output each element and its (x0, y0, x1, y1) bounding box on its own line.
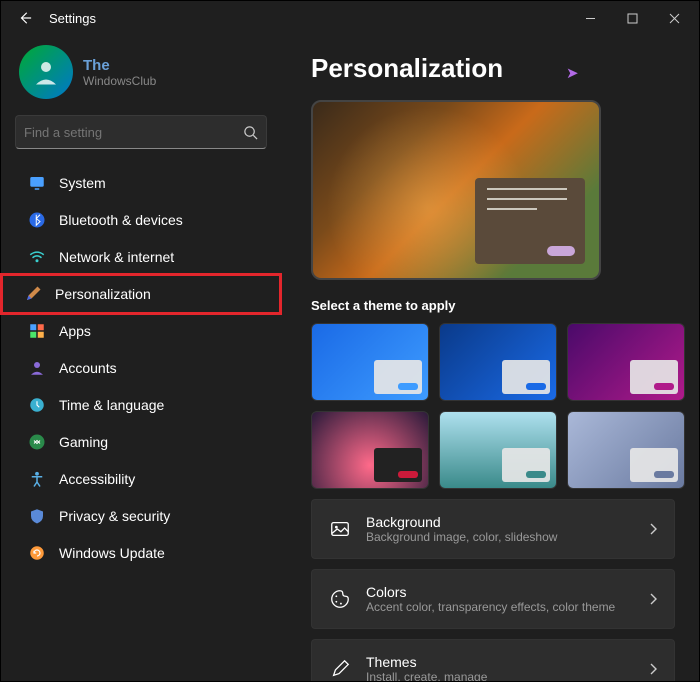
sidebar-item-privacy[interactable]: Privacy & security (7, 498, 275, 534)
nav-list: System Bluetooth & devices Network & inter… (1, 165, 281, 571)
minimize-button[interactable] (569, 3, 611, 33)
chevron-right-icon (648, 523, 658, 535)
sidebar-item-label: Accessibility (59, 471, 135, 487)
theme-thumb-5[interactable] (567, 411, 685, 489)
theme-thumb-4[interactable] (439, 411, 557, 489)
page-title: Personalization (311, 53, 675, 84)
theme-thumb-0[interactable] (311, 323, 429, 401)
wifi-icon (27, 247, 47, 267)
sidebar-item-label: Privacy & security (59, 508, 170, 524)
main-content: Personalization Select a theme to apply … (281, 35, 699, 681)
setting-row-colors[interactable]: ColorsAccent color, transparency effects… (311, 569, 675, 629)
update-icon (27, 543, 47, 563)
theme-thumb-2[interactable] (567, 323, 685, 401)
search-box[interactable] (15, 115, 267, 149)
sidebar-item-label: Time & language (59, 397, 164, 413)
sidebar-item-label: Windows Update (59, 545, 165, 561)
back-button[interactable] (13, 6, 37, 30)
user-name: The (83, 57, 156, 74)
sidebar: The WindowsClub System Bluetooth & device… (1, 35, 281, 681)
row-title: Background (366, 514, 557, 530)
brush2-icon (328, 657, 352, 681)
theme-thumb-3[interactable] (311, 411, 429, 489)
sidebar-item-accessibility[interactable]: Accessibility (7, 461, 275, 497)
image-icon (328, 517, 352, 541)
apps-icon (27, 321, 47, 341)
theme-thumb-1[interactable] (439, 323, 557, 401)
privacy-icon (27, 506, 47, 526)
search-input[interactable] (24, 125, 243, 140)
palette-icon (328, 587, 352, 611)
sidebar-item-wifi[interactable]: Network & internet (7, 239, 275, 275)
sidebar-item-label: System (59, 175, 106, 191)
setting-row-background[interactable]: BackgroundBackground image, color, slide… (311, 499, 675, 559)
sidebar-item-apps[interactable]: Apps (7, 313, 275, 349)
user-block[interactable]: The WindowsClub (1, 41, 281, 109)
row-sub: Install, create, manage (366, 670, 487, 681)
avatar (19, 45, 73, 99)
time-icon (27, 395, 47, 415)
system-icon (27, 173, 47, 193)
sidebar-item-gaming[interactable]: Gaming (7, 424, 275, 460)
user-sub: WindowsClub (83, 74, 156, 88)
search-icon (243, 125, 258, 140)
gaming-icon (27, 432, 47, 452)
sidebar-item-bluetooth[interactable]: Bluetooth & devices (7, 202, 275, 238)
row-title: Colors (366, 584, 615, 600)
sidebar-item-label: Apps (59, 323, 91, 339)
chevron-right-icon (648, 593, 658, 605)
row-sub: Accent color, transparency effects, colo… (366, 600, 615, 614)
app-title: Settings (49, 11, 96, 26)
accounts-icon (27, 358, 47, 378)
chevron-right-icon (648, 663, 658, 675)
row-sub: Background image, color, slideshow (366, 530, 557, 544)
bluetooth-icon (27, 210, 47, 230)
sidebar-item-brush[interactable]: Personalization (3, 276, 279, 312)
sidebar-item-label: Accounts (59, 360, 117, 376)
brush-icon (23, 284, 43, 304)
setting-row-themes[interactable]: ThemesInstall, create, manage (311, 639, 675, 681)
sidebar-item-label: Personalization (55, 286, 151, 302)
theme-grid (311, 323, 675, 489)
preview-window (475, 178, 585, 264)
row-title: Themes (366, 654, 487, 670)
sidebar-item-label: Gaming (59, 434, 108, 450)
sidebar-item-label: Network & internet (59, 249, 174, 265)
sidebar-item-system[interactable]: System (7, 165, 275, 201)
titlebar: Settings (1, 1, 699, 35)
sidebar-item-accounts[interactable]: Accounts (7, 350, 275, 386)
sidebar-item-label: Bluetooth & devices (59, 212, 183, 228)
sidebar-item-time[interactable]: Time & language (7, 387, 275, 423)
close-button[interactable] (653, 3, 695, 33)
accessibility-icon (27, 469, 47, 489)
maximize-button[interactable] (611, 3, 653, 33)
theme-section-label: Select a theme to apply (311, 298, 675, 313)
desktop-preview (311, 100, 601, 280)
sidebar-item-update[interactable]: Windows Update (7, 535, 275, 571)
